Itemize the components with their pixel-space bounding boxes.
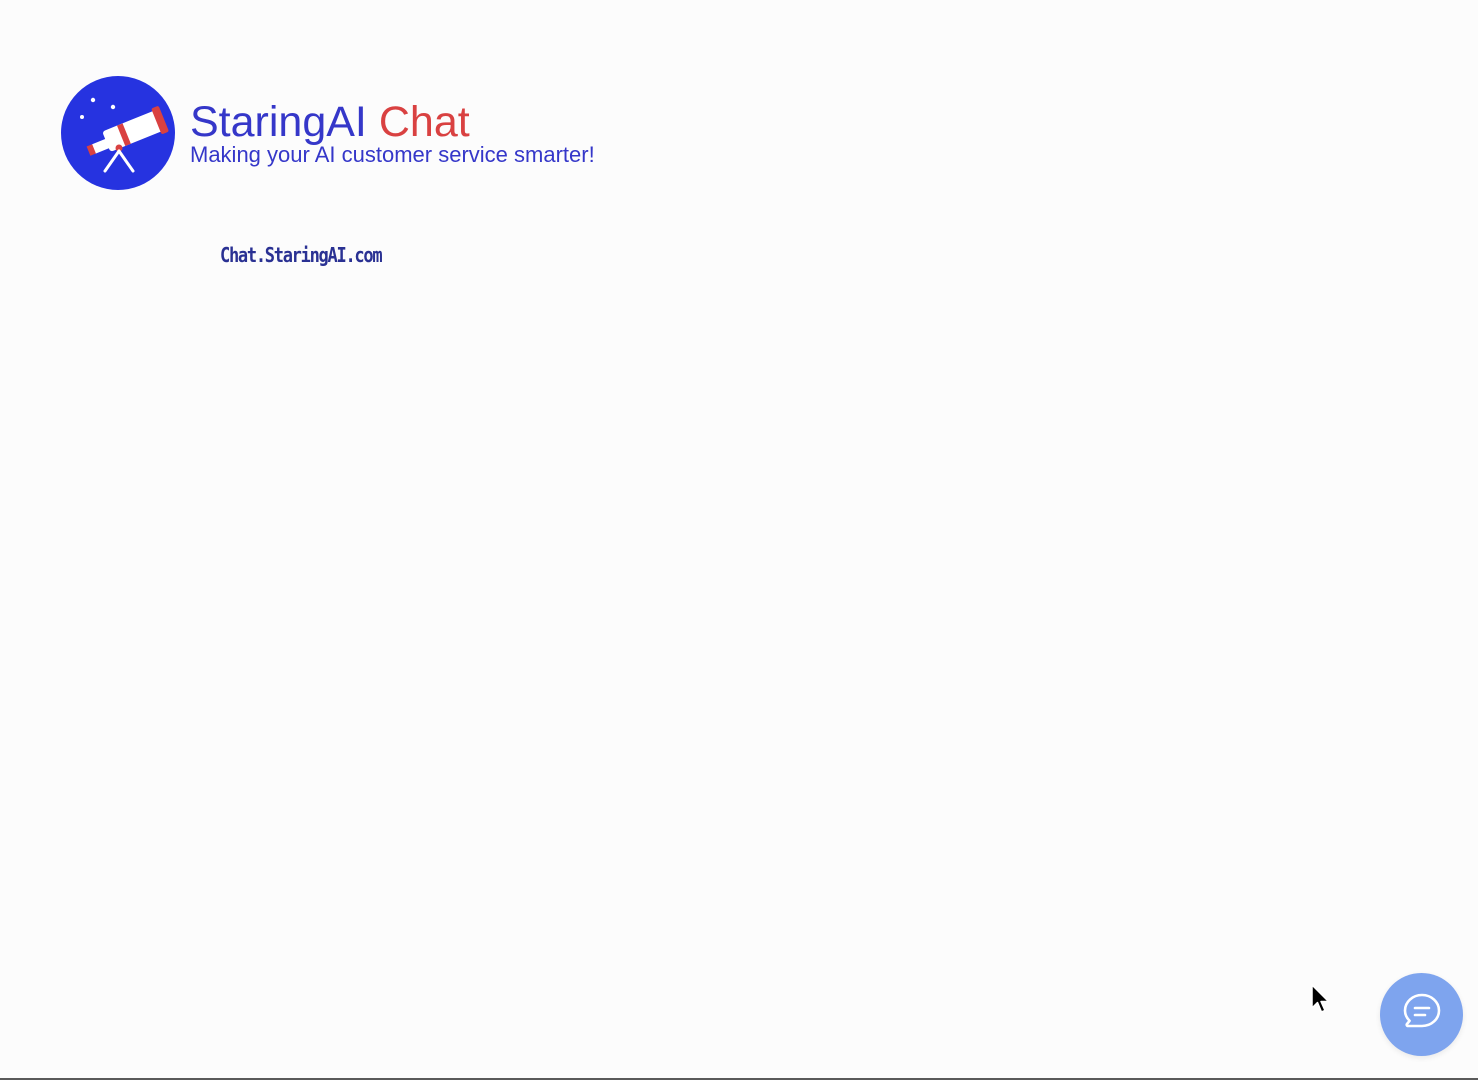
- mouse-cursor-icon: [1310, 984, 1332, 1014]
- chat-bubble-icon: [1400, 990, 1444, 1039]
- site-link[interactable]: Chat.StaringAI.com: [220, 243, 383, 267]
- brand-title: StaringAI Chat: [190, 98, 595, 146]
- telescope-logo-icon: [60, 75, 176, 191]
- brand-text: StaringAI Chat Making your AI customer se…: [190, 98, 595, 168]
- chat-widget-button[interactable]: [1380, 973, 1463, 1056]
- brand-header: StaringAI Chat Making your AI customer se…: [60, 75, 595, 191]
- brand-title-primary: StaringAI: [190, 98, 367, 146]
- brand-title-accent: Chat: [378, 98, 470, 146]
- brand-tagline: Making your AI customer service smarter!: [190, 142, 595, 167]
